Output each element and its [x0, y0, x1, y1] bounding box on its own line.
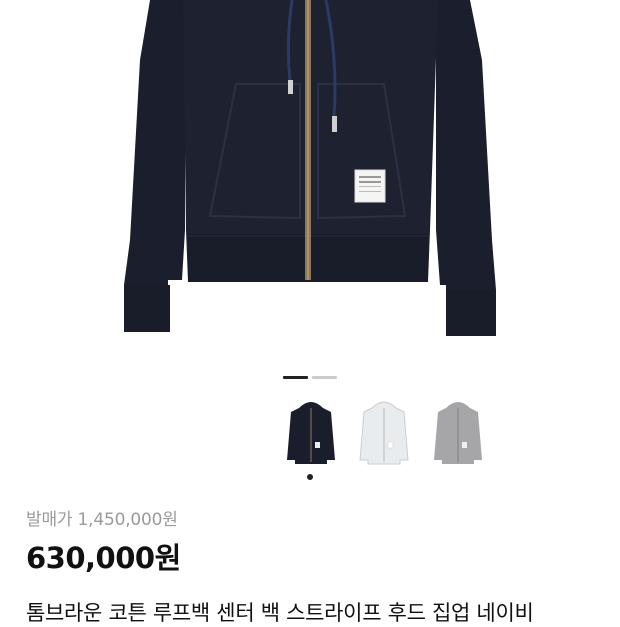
original-price-label: 발매가 [26, 510, 73, 530]
color-option-grey[interactable] [428, 398, 488, 470]
carousel-indicator [283, 376, 337, 379]
carousel-indicator-inactive[interactable] [312, 376, 337, 379]
sale-price: 630,000원 [26, 541, 181, 575]
product-hero-image[interactable] [0, 0, 620, 360]
color-option-navy[interactable] [281, 398, 341, 470]
carousel-indicator-active[interactable] [283, 376, 308, 379]
original-price: 발매가 1,450,000원 [26, 505, 178, 530]
product-title: 톰브라운 코튼 루프백 센터 백 스트라이프 후드 집업 네이비 [26, 601, 534, 625]
color-option-white[interactable] [354, 398, 414, 470]
selected-color-dot [307, 474, 313, 480]
original-price-value: 1,450,000원 [77, 510, 178, 530]
